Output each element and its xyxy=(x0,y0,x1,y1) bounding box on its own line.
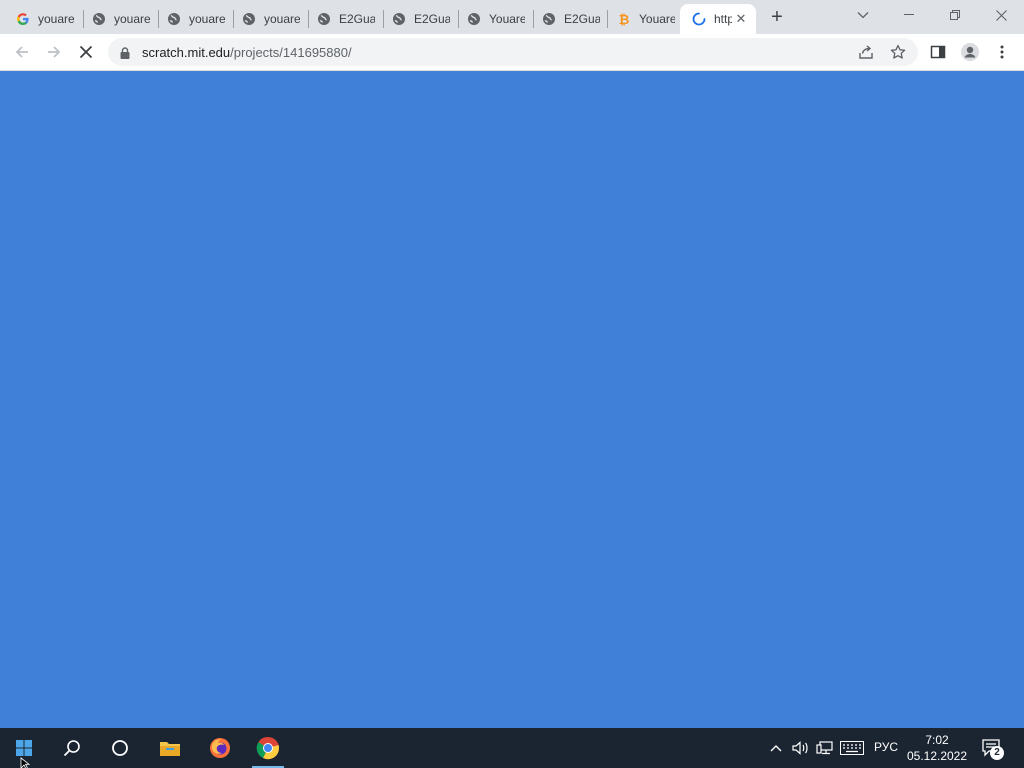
minimize-button[interactable] xyxy=(886,0,932,30)
profile-avatar-icon[interactable] xyxy=(958,40,982,64)
tab-title: https xyxy=(714,12,732,26)
tab-title: Youare xyxy=(639,12,675,26)
tab-title: E2Guardian xyxy=(414,12,450,26)
globe-icon xyxy=(467,12,481,26)
lock-icon xyxy=(120,46,130,64)
share-icon[interactable] xyxy=(854,40,878,64)
mouse-pointer-icon xyxy=(20,756,32,768)
globe-icon xyxy=(542,12,556,26)
forward-arrow-icon[interactable] xyxy=(42,40,66,64)
chrome-icon[interactable] xyxy=(244,728,292,768)
tab-7[interactable]: Youare xyxy=(455,4,531,34)
google-icon xyxy=(16,12,30,26)
tab-2[interactable]: youare xyxy=(80,4,156,34)
tab-title: E2Guardian xyxy=(339,12,375,26)
address-bar[interactable]: scratch.mit.edu/projects/141695880/ xyxy=(108,38,918,66)
input-language-indicator[interactable]: РУС xyxy=(874,740,898,754)
globe-icon xyxy=(392,12,406,26)
tab-5[interactable]: E2Guardian xyxy=(305,4,381,34)
loading-spinner-icon xyxy=(692,12,706,26)
url-host: scratch.mit.edu xyxy=(142,45,231,60)
globe-icon xyxy=(167,12,181,26)
tab-9[interactable]: ₿ Youare xyxy=(605,4,681,34)
new-tab-button[interactable]: + xyxy=(766,6,788,28)
clock-time: 7:02 xyxy=(925,733,949,747)
globe-icon xyxy=(317,12,331,26)
tab-search-chevron-icon[interactable] xyxy=(840,0,886,30)
bookmark-star-icon[interactable] xyxy=(886,40,910,64)
keyboard-icon[interactable] xyxy=(840,738,864,758)
close-window-button[interactable] xyxy=(978,0,1024,30)
restore-button[interactable] xyxy=(932,0,978,30)
stop-loading-icon[interactable] xyxy=(74,40,98,64)
tab-title: youare xyxy=(38,12,74,26)
bitcoin-icon: ₿ xyxy=(618,11,630,27)
page-content-loading xyxy=(0,71,1024,728)
system-clock[interactable]: 7:02 05.12.2022 xyxy=(904,732,970,764)
side-panel-icon[interactable] xyxy=(926,40,950,64)
network-icon[interactable] xyxy=(816,738,834,758)
file-explorer-icon[interactable] xyxy=(146,728,194,768)
url-path: /projects/141695880/ xyxy=(230,45,352,60)
menu-kebab-icon[interactable] xyxy=(990,40,1014,64)
tab-6[interactable]: E2Guardian xyxy=(380,4,456,34)
tab-1[interactable]: youare xyxy=(4,4,80,34)
tab-10-active[interactable]: https ✕ xyxy=(680,4,756,34)
tab-title: E2Guardian xyxy=(564,12,600,26)
url-text: scratch.mit.edu/projects/141695880/ xyxy=(142,45,352,60)
tab-title: youare xyxy=(189,12,225,26)
volume-icon[interactable] xyxy=(792,738,810,758)
tab-strip: youare youare youare youare E2Guardian E… xyxy=(0,0,1024,34)
notification-count-badge: 2 xyxy=(990,746,1004,760)
show-hidden-icons-chevron-icon[interactable] xyxy=(768,738,784,758)
globe-icon xyxy=(92,12,106,26)
back-arrow-icon[interactable] xyxy=(10,40,34,64)
tab-4[interactable]: youare xyxy=(230,4,306,34)
tab-8[interactable]: E2Guardian xyxy=(530,4,606,34)
browser-toolbar: scratch.mit.edu/projects/141695880/ xyxy=(0,34,1024,71)
search-icon[interactable] xyxy=(48,728,96,768)
close-tab-icon[interactable]: ✕ xyxy=(734,11,748,26)
tab-title: Youare xyxy=(489,12,525,26)
windows-taskbar: РУС 7:02 05.12.2022 2 xyxy=(0,728,1024,768)
tab-title: youare xyxy=(264,12,300,26)
clock-date: 05.12.2022 xyxy=(906,749,968,763)
firefox-icon[interactable] xyxy=(196,728,244,768)
cortana-circle-icon[interactable] xyxy=(96,728,144,768)
globe-icon xyxy=(242,12,256,26)
tab-3[interactable]: youare xyxy=(155,4,231,34)
tab-title: youare xyxy=(114,12,150,26)
